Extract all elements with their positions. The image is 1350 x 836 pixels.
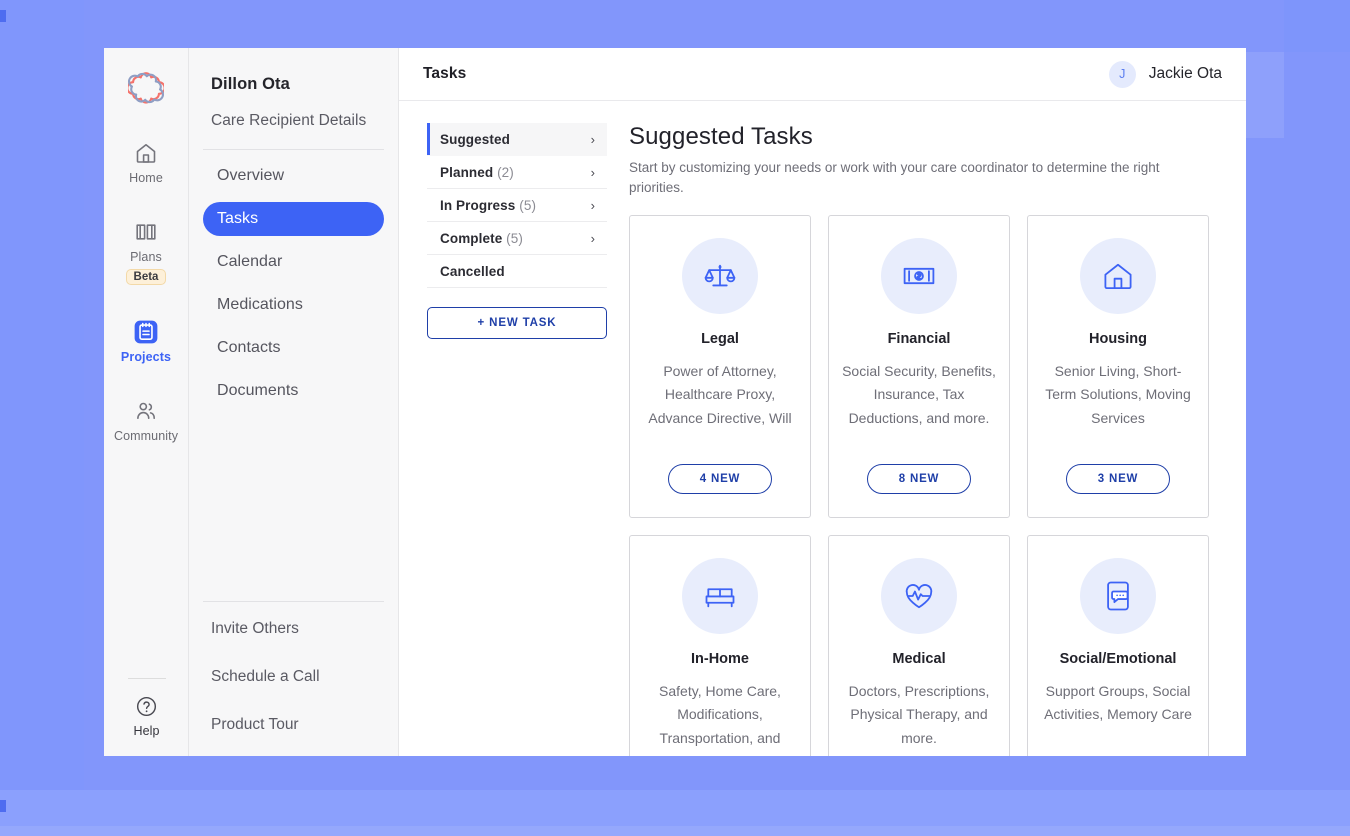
product-tour-link[interactable]: Product Tour (203, 716, 384, 748)
carebridge-flower-logo-icon[interactable] (126, 70, 166, 106)
question-circle-icon (134, 693, 160, 719)
phone-chat-icon (1080, 557, 1156, 634)
rail-divider (127, 678, 166, 679)
user-name: Jackie Ota (1148, 65, 1222, 82)
chevron-right-icon: › (590, 230, 595, 246)
card-description: Senior Living, Short-Term Solutions, Mov… (1045, 362, 1191, 426)
care-recipient-name: Dillon Ota (211, 75, 290, 93)
heart-pulse-icon (881, 557, 957, 634)
avatar: J (1108, 60, 1136, 88)
task-category-card-medical[interactable]: Medical Doctors, Prescriptions, Physical… (828, 534, 1010, 756)
primary-nav-rail: Home Plans Beta Projects Community Help (104, 48, 189, 756)
card-description: Doctors, Prescriptions, Physical Therapy… (848, 682, 990, 746)
task-category-card-legal[interactable]: Legal Power of Attorney, Healthcare Prox… (629, 214, 811, 518)
task-category-grid: Legal Power of Attorney, Healthcare Prox… (629, 214, 1209, 757)
sidebar-item-medications[interactable]: Medications (203, 288, 384, 322)
card-description: Safety, Home Care, Modifications, Transp… (659, 682, 781, 757)
card-description: Social Security, Benefits, Insurance, Ta… (842, 362, 996, 426)
scales-of-justice-icon (682, 237, 758, 314)
rail-item-plans[interactable]: Plans Beta (104, 219, 189, 285)
rail-label-community: Community (113, 429, 179, 443)
sidebar-item-contacts[interactable]: Contacts (203, 331, 384, 365)
rail-item-home[interactable]: Home (104, 140, 189, 185)
filter-planned-label: Planned (2) (440, 164, 514, 180)
chevron-right-icon: › (590, 197, 595, 213)
app-window: Home Plans Beta Projects Community Help … (104, 48, 1246, 756)
filter-cancelled[interactable]: Cancelled (427, 255, 607, 288)
sidebar-item-documents[interactable]: Documents (203, 374, 384, 408)
sidebar-item-overview[interactable]: Overview (203, 159, 384, 193)
task-status-filter-list: Suggested › Planned (2) › In Progress (5… (399, 123, 607, 756)
sidebar-divider (203, 149, 384, 150)
rail-item-help[interactable]: Help (104, 693, 189, 738)
filter-planned[interactable]: Planned (2) › (427, 156, 607, 189)
sidebar-footer-divider (203, 601, 384, 602)
suggested-tasks-subtitle: Start by customizing your needs or work … (629, 160, 1160, 196)
task-category-card-in-home[interactable]: In-Home Safety, Home Care, Modifications… (629, 534, 811, 757)
beta-badge: Beta (125, 269, 167, 285)
new-task-button[interactable]: + NEW TASK (427, 307, 607, 339)
home-icon (133, 140, 159, 166)
top-bar: Tasks J Jackie Ota (399, 48, 1246, 101)
card-new-count-badge[interactable]: 8 NEW (867, 463, 971, 494)
page-title: Tasks (423, 65, 467, 82)
card-description: Power of Attorney, Healthcare Proxy, Adv… (648, 362, 792, 426)
rail-footer: Help (104, 678, 189, 738)
filter-complete-label: Complete (5) (440, 230, 523, 246)
card-description: Support Groups, Social Activities, Memor… (1044, 682, 1192, 723)
card-title: Medical (892, 650, 946, 667)
sidebar-footer: Invite Others Schedule a Call Product To… (203, 592, 384, 748)
filter-cancelled-label: Cancelled (440, 263, 505, 279)
banknote-dollar-icon (881, 237, 957, 314)
rail-label-help: Help (133, 724, 160, 738)
sidebar-item-calendar[interactable]: Calendar (203, 245, 384, 279)
book-map-icon (133, 219, 159, 245)
card-title: In-Home (691, 650, 749, 667)
filter-suggested[interactable]: Suggested › (427, 123, 607, 156)
filter-in-progress-label: In Progress (5) (440, 197, 537, 213)
card-new-count-badge[interactable]: 4 NEW (668, 463, 772, 494)
sidebar-item-tasks[interactable]: Tasks (203, 202, 384, 236)
task-category-card-social-emotional[interactable]: Social/Emotional Support Groups, Social … (1027, 534, 1209, 756)
user-menu[interactable]: J Jackie Ota (1108, 60, 1222, 88)
task-category-card-financial[interactable]: Financial Social Security, Benefits, Ins… (828, 214, 1010, 518)
care-recipient-details-link[interactable]: Care Recipient Details (203, 102, 384, 140)
rail-item-projects[interactable]: Projects (104, 319, 189, 364)
notepad-icon (133, 319, 159, 345)
filter-in-progress[interactable]: In Progress (5) › (427, 189, 607, 222)
task-category-card-housing[interactable]: Housing Senior Living, Short-Term Soluti… (1027, 214, 1209, 518)
care-recipient-sidebar: Dillon Ota Care Recipient Details Overvi… (189, 48, 399, 756)
suggested-tasks-heading: Suggested Tasks (629, 123, 813, 150)
chevron-right-icon: › (590, 164, 595, 180)
rail-label-projects: Projects (120, 350, 172, 364)
bed-icon (682, 557, 758, 634)
chevron-right-icon: › (590, 131, 595, 147)
suggested-tasks-panel: Suggested Tasks Start by customizing you… (607, 123, 1246, 756)
filter-complete[interactable]: Complete (5) › (427, 222, 607, 255)
card-new-count-badge[interactable]: 3 NEW (1066, 463, 1170, 494)
card-title: Financial (887, 330, 951, 347)
main-column: Tasks J Jackie Ota Suggested › Planned (… (399, 48, 1246, 756)
card-title: Social/Emotional (1059, 650, 1177, 667)
invite-others-link[interactable]: Invite Others (203, 620, 384, 668)
schedule-a-call-link[interactable]: Schedule a Call (203, 668, 384, 716)
people-icon (133, 398, 159, 424)
card-title: Legal (701, 330, 739, 347)
card-title: Housing (1089, 330, 1147, 347)
filter-suggested-label: Suggested (440, 131, 510, 147)
house-icon (1080, 237, 1156, 314)
tasks-content: Suggested › Planned (2) › In Progress (5… (399, 101, 1246, 756)
rail-label-home: Home (129, 171, 163, 185)
rail-item-community[interactable]: Community (104, 398, 189, 443)
rail-label-plans: Plans (130, 250, 162, 264)
